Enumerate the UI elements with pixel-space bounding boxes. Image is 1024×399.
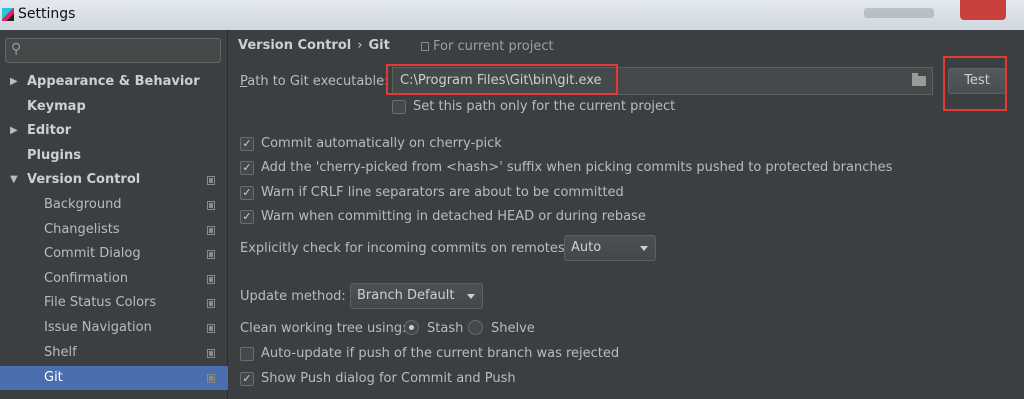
project-scope-icon — [207, 201, 215, 210]
set-path-only-label: Set this path only for the current proje… — [413, 99, 676, 114]
collapse-arrow-icon: ▼ — [10, 174, 18, 185]
project-scope-icon — [207, 250, 215, 259]
project-scope-icon — [207, 374, 215, 383]
shelve-radio[interactable] — [468, 320, 483, 335]
sidebar-item-label: Issue Navigation — [44, 320, 152, 335]
show-push-checkbox[interactable]: ✓ — [240, 372, 254, 386]
breadcrumb-current: Git — [368, 38, 390, 53]
cherry-picked-suffix-checkbox[interactable]: ✓ — [240, 161, 254, 175]
checkbox-label: Warn when committing in detached HEAD or… — [261, 209, 646, 224]
project-scope-icon — [207, 226, 215, 235]
project-scope-icon — [421, 42, 429, 51]
path-label: Path to Git executable: — [240, 74, 389, 89]
sidebar-item-keymap[interactable]: Keymap — [0, 95, 228, 119]
window-title: Settings — [18, 6, 76, 22]
sidebar-item-label: File Status Colors — [44, 295, 157, 310]
sidebar-item-label: Editor — [27, 123, 72, 138]
checkbox-label: Auto-update if push of the current branc… — [261, 346, 620, 361]
stash-radio[interactable] — [404, 320, 419, 335]
checkbox-label: Show Push dialog for Commit and Push — [261, 371, 516, 386]
update-method-value: Branch Default — [357, 288, 455, 303]
incoming-commits-value: Auto — [571, 240, 602, 255]
breadcrumb-separator: › — [357, 38, 363, 53]
highlight-box-path — [386, 64, 618, 95]
clean-tree-label: Clean working tree using: — [240, 321, 407, 336]
auto-update-checkbox[interactable] — [240, 347, 254, 361]
sidebar-item-editor[interactable]: ▶ Editor — [0, 119, 228, 143]
sidebar-item-label: Changelists — [44, 222, 120, 237]
set-path-only-checkbox[interactable] — [392, 100, 406, 114]
sidebar-item-git[interactable]: Git — [0, 366, 228, 390]
sidebar-item-label: Confirmation — [44, 271, 129, 286]
stash-label: Stash — [427, 321, 464, 336]
incoming-commits-label: Explicitly check for incoming commits on… — [240, 241, 570, 256]
title-bar: Settings — [0, 0, 1024, 30]
project-scope-icon — [207, 299, 215, 308]
cherry-pick-checkbox[interactable]: ✓ — [240, 137, 254, 151]
sidebar-item-label: Appearance & Behavior — [27, 74, 200, 89]
chevron-down-icon — [467, 294, 475, 299]
project-scope-icon — [207, 349, 215, 358]
project-scope-icon — [207, 275, 215, 284]
checkbox-label: Commit automatically on cherry-pick — [261, 136, 502, 151]
sidebar-item-label: Background — [44, 197, 122, 212]
checkbox-label: Add the 'cherry-picked from <hash>' suff… — [261, 160, 893, 175]
crlf-warning-checkbox[interactable]: ✓ — [240, 186, 254, 200]
blurred-overlay — [864, 8, 934, 18]
app-icon — [2, 8, 14, 21]
shelve-label: Shelve — [491, 321, 535, 336]
settings-sidebar: ⚲ ▶ Appearance & Behavior Keymap ▶ Edito… — [0, 30, 228, 399]
expand-arrow-icon: ▶ — [10, 76, 18, 87]
chevron-down-icon — [640, 246, 648, 251]
sidebar-item-confirmation[interactable]: Confirmation — [0, 267, 228, 291]
scope-label: For current project — [421, 39, 554, 54]
project-scope-icon — [207, 176, 215, 185]
sidebar-item-issue-navigation[interactable]: Issue Navigation — [0, 316, 228, 340]
project-scope-icon — [207, 324, 215, 333]
sidebar-item-version-control[interactable]: ▼ Version Control — [0, 168, 228, 192]
sidebar-item-plugins[interactable]: Plugins — [0, 144, 228, 168]
sidebar-item-changelists[interactable]: Changelists — [0, 218, 228, 242]
sidebar-item-label: Shelf — [44, 345, 77, 360]
detached-head-checkbox[interactable]: ✓ — [240, 210, 254, 224]
folder-icon[interactable] — [912, 73, 926, 86]
expand-arrow-icon: ▶ — [10, 125, 18, 136]
sidebar-item-commit-dialog[interactable]: Commit Dialog — [0, 242, 228, 266]
close-button[interactable] — [960, 0, 1006, 20]
sidebar-item-shelf[interactable]: Shelf — [0, 341, 228, 365]
breadcrumb-parent[interactable]: Version Control — [238, 38, 351, 53]
sidebar-item-label: Version Control — [27, 172, 141, 187]
sidebar-item-label: Keymap — [27, 99, 86, 114]
settings-search-input[interactable]: ⚲ — [5, 38, 221, 63]
search-icon: ⚲ — [11, 41, 22, 57]
path-label-text: ath to Git executable: — [247, 74, 389, 89]
sidebar-item-file-status-colors[interactable]: File Status Colors — [0, 291, 228, 315]
incoming-commits-select[interactable]: Auto — [564, 235, 656, 261]
sidebar-item-label: Git — [44, 370, 63, 385]
breadcrumb: Version Control › Git — [238, 38, 390, 53]
sidebar-item-label: Plugins — [27, 148, 81, 163]
sidebar-item-background[interactable]: Background — [0, 193, 228, 217]
git-settings-panel: Version Control › Git For current project … — [229, 30, 1024, 399]
checkbox-label: Warn if CRLF line separators are about t… — [261, 185, 624, 200]
sidebar-item-label: Commit Dialog — [44, 246, 141, 261]
highlight-box-test — [943, 56, 1007, 111]
scope-text: For current project — [433, 39, 554, 54]
update-method-select[interactable]: Branch Default — [350, 283, 483, 309]
update-method-label: Update method: — [240, 289, 346, 304]
sidebar-item-appearance[interactable]: ▶ Appearance & Behavior — [0, 70, 228, 94]
